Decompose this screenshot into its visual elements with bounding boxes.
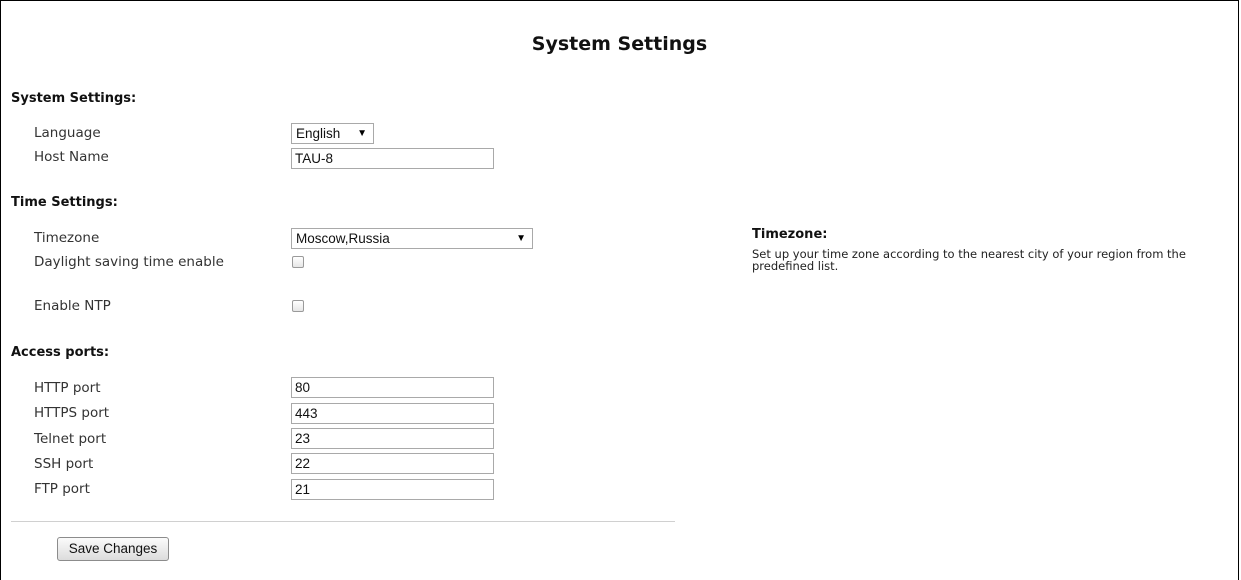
chevron-down-icon: ▼ — [357, 128, 367, 139]
ntp-label: Enable NTP — [34, 298, 111, 314]
timezone-select-value: Moscow,Russia — [296, 231, 390, 246]
dst-label: Daylight saving time enable — [34, 254, 224, 270]
ssh-port-input[interactable] — [291, 453, 494, 474]
http-port-label: HTTP port — [34, 380, 101, 396]
timezone-select[interactable]: Moscow,Russia ▼ — [291, 228, 533, 249]
ftp-port-input[interactable] — [291, 479, 494, 500]
https-port-label: HTTPS port — [34, 405, 110, 421]
ftp-port-label: FTP port — [34, 481, 90, 497]
telnet-port-input[interactable] — [291, 428, 494, 449]
http-port-input[interactable] — [291, 377, 494, 398]
telnet-port-label: Telnet port — [34, 431, 107, 447]
hostname-input[interactable] — [291, 148, 494, 169]
settings-frame — [0, 0, 1239, 580]
timezone-label: Timezone — [34, 230, 100, 246]
divider — [11, 521, 675, 522]
hostname-label: Host Name — [34, 149, 109, 165]
dst-checkbox[interactable] — [292, 256, 304, 268]
section-heading-system: System Settings: — [11, 91, 137, 106]
language-label: Language — [34, 125, 101, 141]
help-title: Timezone: — [752, 227, 828, 242]
ntp-checkbox[interactable] — [292, 300, 304, 312]
save-changes-button[interactable]: Save Changes — [57, 537, 169, 561]
chevron-down-icon: ▼ — [516, 233, 526, 244]
https-port-input[interactable] — [291, 403, 494, 424]
language-select[interactable]: English ▼ — [291, 123, 374, 144]
page-title: System Settings — [531, 33, 708, 55]
ssh-port-label: SSH port — [34, 456, 94, 472]
section-heading-access: Access ports: — [11, 345, 110, 360]
section-heading-time: Time Settings: — [11, 195, 118, 210]
help-text: Set up your time zone according to the n… — [752, 247, 1186, 273]
language-select-value: English — [296, 126, 341, 141]
